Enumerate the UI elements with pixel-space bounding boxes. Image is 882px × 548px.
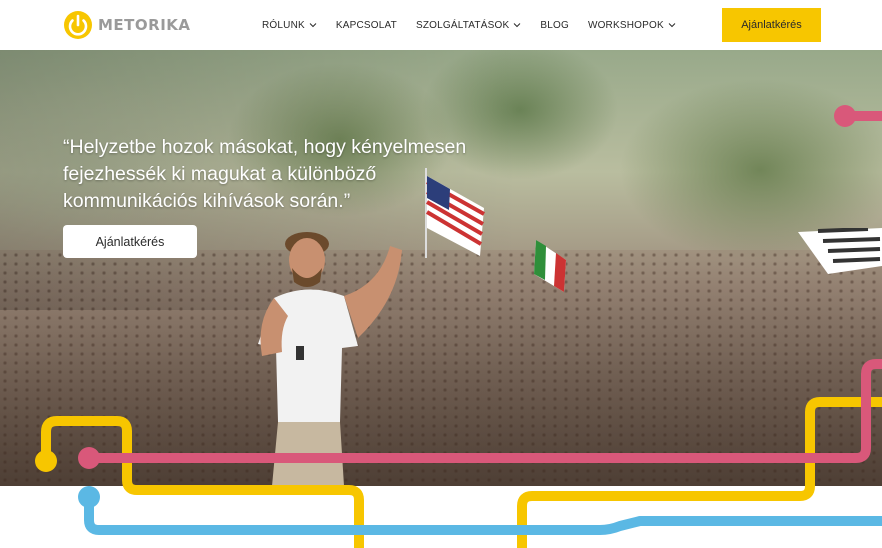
- chevron-down-icon: [668, 23, 676, 28]
- chevron-down-icon: [309, 23, 317, 28]
- nav-item-label: RÓLUNK: [262, 19, 305, 31]
- hero-quote-request-button[interactable]: Ajánlatkérés: [63, 225, 197, 258]
- blue-line: [84, 492, 882, 535]
- logo[interactable]: METORIKA: [62, 9, 191, 41]
- logo-text: METORIKA: [98, 16, 191, 34]
- power-logo-icon: [64, 11, 92, 39]
- main-nav: RÓLUNK KAPCSOLAT SZOLGÁLTATÁSOK BLOG WOR…: [262, 0, 695, 50]
- header-quote-request-button[interactable]: Ajánlatkérés: [722, 8, 821, 42]
- blue-line-dot: [78, 486, 100, 508]
- striped-flag-image: [798, 228, 882, 274]
- site-header: METORIKA RÓLUNK KAPCSOLAT SZOLGÁLTATÁSOK…: [0, 0, 882, 50]
- nav-item-label: SZOLGÁLTATÁSOK: [415, 19, 510, 31]
- speaker-photo: [258, 232, 402, 486]
- nav-item-rolunk[interactable]: RÓLUNK: [262, 20, 317, 31]
- nav-item-label: BLOG: [540, 19, 569, 31]
- nav-item-workshopok[interactable]: WORKSHOPOK: [588, 20, 676, 31]
- nav-item-kapcsolat[interactable]: KAPCSOLAT: [336, 20, 397, 31]
- nav-item-szolgaltatasok[interactable]: SZOLGÁLTATÁSOK: [416, 20, 521, 31]
- nav-item-label: WORKSHOPOK: [587, 19, 664, 31]
- nav-item-blog[interactable]: BLOG: [540, 20, 569, 31]
- chevron-down-icon: [513, 23, 521, 28]
- hero-quote: “Helyzetbe hozok másokat, hogy kényelmes…: [63, 136, 467, 212]
- italian-flag-image: [534, 240, 566, 292]
- hero-section: “Helyzetbe hozok másokat, hogy kényelmes…: [0, 50, 882, 486]
- nav-item-label: KAPCSOLAT: [335, 19, 397, 31]
